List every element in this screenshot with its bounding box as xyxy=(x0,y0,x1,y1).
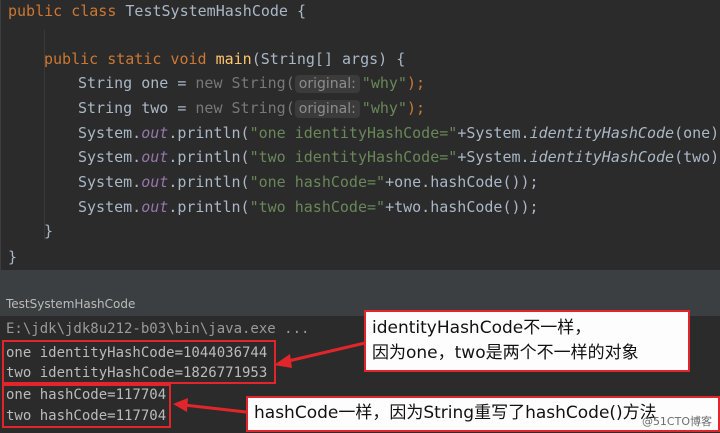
println-call: .println( xyxy=(168,198,250,216)
watermark: @51CTO博客 xyxy=(641,415,712,428)
panel-divider[interactable] xyxy=(0,270,720,292)
string-literal: "why" xyxy=(361,99,407,117)
keyword: public static void xyxy=(44,50,207,68)
run-tab[interactable]: TestSystemHashCode xyxy=(0,292,142,316)
concat: +two.hashCode()); xyxy=(385,198,539,216)
system-ref: System. xyxy=(78,198,142,216)
statement-end: ); xyxy=(406,99,426,117)
statement-end: ); xyxy=(406,74,426,92)
code-line-1[interactable]: public class TestSystemHashCode { xyxy=(8,0,306,22)
annotation-identity: identityHashCode不一样， 因为one，two是两个不一样的对象 xyxy=(364,310,690,372)
brace: } xyxy=(44,222,54,240)
out-field: out xyxy=(141,198,169,216)
arrow-icon xyxy=(173,398,247,414)
code-line-4[interactable]: String one = new String(original: "why"); xyxy=(78,72,425,94)
out-field: out xyxy=(141,173,169,191)
constructor-call: new String( xyxy=(195,74,295,92)
identity-fn: identityHashCode xyxy=(529,124,675,142)
code-line-5[interactable]: String two = new String(original: "why"); xyxy=(78,97,425,119)
constructor-call: new String( xyxy=(195,99,295,117)
string-literal: "one identityHashCode=" xyxy=(249,124,458,142)
declaration: String two = xyxy=(78,99,196,117)
method-name: main xyxy=(215,50,252,68)
string-literal: "two identityHashCode=" xyxy=(249,148,458,166)
code-line-11[interactable]: } xyxy=(8,246,17,268)
arrow-icon xyxy=(274,341,366,368)
out-field: out xyxy=(141,124,169,142)
concat: +System. xyxy=(457,124,530,142)
code-line-3[interactable]: public static void main(String[] args) { xyxy=(44,48,405,70)
hashcode-output-highlight xyxy=(2,384,171,428)
code-line-8[interactable]: System.out.println("one hashCode="+one.h… xyxy=(78,171,539,193)
code-line-9[interactable]: System.out.println("two hashCode="+two.h… xyxy=(78,196,539,218)
keyword: public class xyxy=(8,2,117,20)
annotation-text: 因为one，two是两个不一样的对象 xyxy=(372,343,639,363)
system-ref: System. xyxy=(78,173,142,191)
concat: +System. xyxy=(457,148,530,166)
brace: { xyxy=(297,2,307,20)
method-signature: (String[] args) { xyxy=(251,50,406,68)
class-name: TestSystemHashCode xyxy=(125,2,288,20)
println-call: .println( xyxy=(168,148,250,166)
argument: (two)); xyxy=(674,148,720,166)
println-call: .println( xyxy=(168,124,250,142)
argument: (one)); xyxy=(674,124,720,142)
system-ref: System. xyxy=(78,124,142,142)
code-line-10[interactable]: } xyxy=(44,220,53,242)
string-literal: "two hashCode=" xyxy=(249,198,386,216)
identity-output-highlight xyxy=(2,340,276,384)
code-line-7[interactable]: System.out.println("two identityHashCode… xyxy=(78,146,720,168)
identity-fn: identityHashCode xyxy=(529,148,675,166)
console-command: E:\jdk\jdk8u212-b03\bin\java.exe ... xyxy=(6,321,310,337)
parameter-hint: original: xyxy=(294,75,360,93)
code-editor[interactable]: public class TestSystemHashCode { public… xyxy=(0,0,720,270)
string-literal: "why" xyxy=(361,74,407,92)
println-call: .println( xyxy=(168,173,250,191)
concat: +one.hashCode()); xyxy=(385,173,539,191)
out-field: out xyxy=(141,148,169,166)
editor-gutter xyxy=(0,0,1,270)
annotation-text: identityHashCode不一样， xyxy=(372,318,592,338)
code-line-6[interactable]: System.out.println("one identityHashCode… xyxy=(78,122,720,144)
system-ref: System. xyxy=(78,148,142,166)
parameter-hint: original: xyxy=(294,100,360,118)
brace: } xyxy=(8,248,18,266)
string-literal: "one hashCode=" xyxy=(249,173,386,191)
declaration: String one = xyxy=(78,74,196,92)
